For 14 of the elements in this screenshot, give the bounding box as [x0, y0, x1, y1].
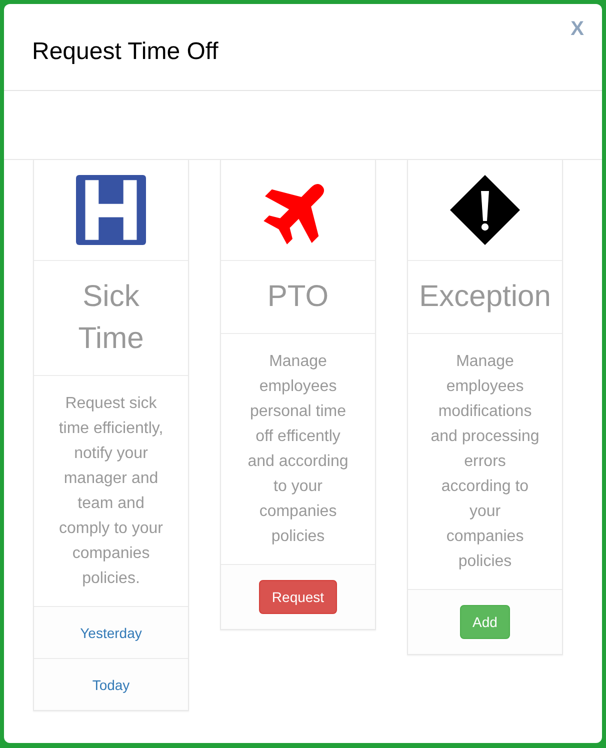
- warning-icon: [450, 175, 520, 245]
- hospital-sign-icon: [76, 175, 146, 245]
- action-link[interactable]: Today: [92, 675, 130, 695]
- action-button[interactable]: Request: [258, 580, 338, 614]
- action-button[interactable]: Add: [460, 605, 510, 639]
- card-title: PTO: [267, 279, 329, 315]
- card-description: Request sick time efficiently, notify your manager and team and comply to your companies policies.: [58, 394, 164, 589]
- close-button[interactable]: X: [570, 19, 584, 39]
- card-title: Exception: [419, 279, 551, 315]
- card-title: Sick Time: [78, 279, 144, 357]
- dialog-title: Request Time Off: [32, 38, 218, 66]
- card-description: Manage employees personal time off efficently and according to your companies policies: [246, 352, 350, 547]
- card-description: Manage employees modifications and processing errors according to your companies policies: [430, 352, 540, 572]
- action-link[interactable]: Yesterday: [80, 623, 142, 643]
